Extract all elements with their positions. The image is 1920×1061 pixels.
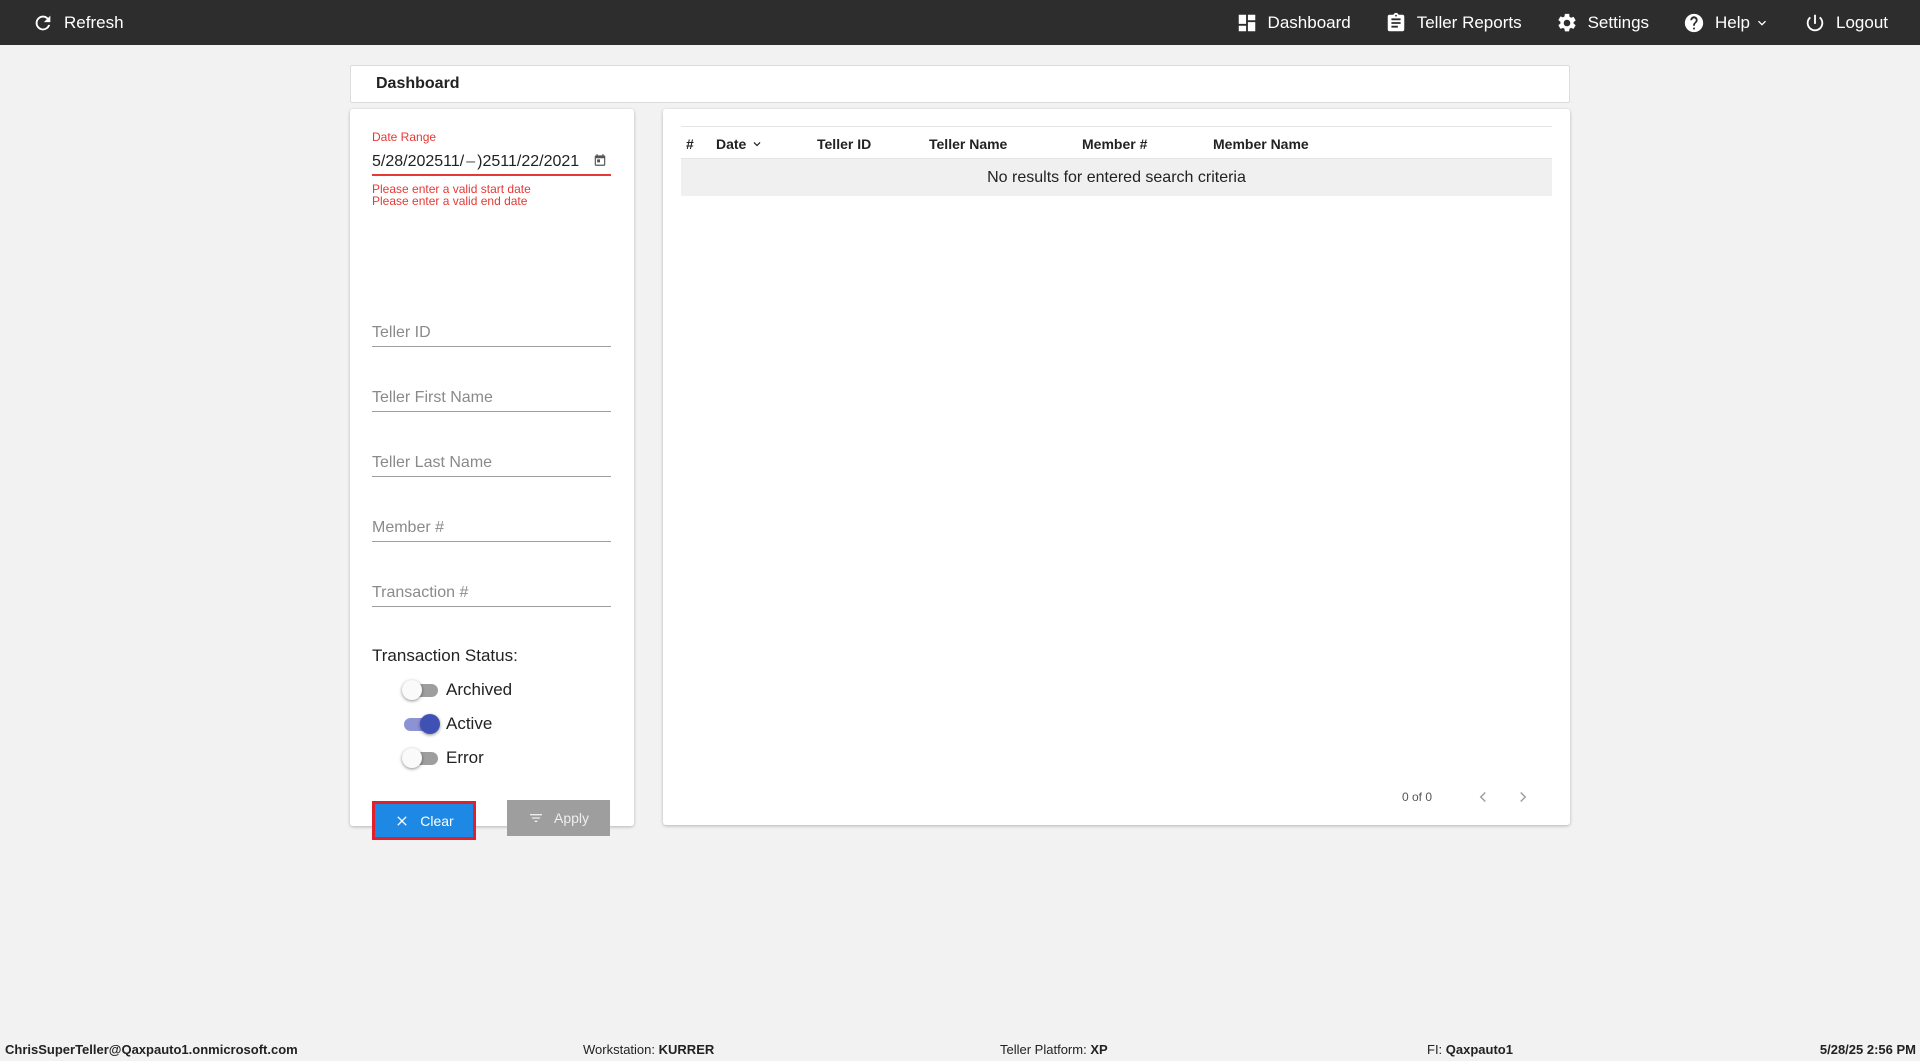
nav-settings[interactable]: Settings	[1556, 0, 1649, 45]
top-navigation-bar: Refresh Dashboard Teller Reports Setting…	[0, 0, 1920, 45]
chevron-down-icon	[1758, 20, 1766, 26]
column-member-name[interactable]: Member Name	[1213, 136, 1309, 152]
end-date-error: Please enter a valid end date	[372, 194, 528, 208]
column-member-name-label: Member Name	[1213, 136, 1309, 152]
toggle-row-active: Active	[402, 713, 492, 735]
gear-icon	[1558, 13, 1576, 31]
teller-last-name-field[interactable]: Teller Last Name	[372, 447, 611, 477]
workstation-value: KURRER	[658, 1042, 715, 1057]
table-header: # Date Teller ID Teller Name Member # Me…	[681, 126, 1552, 159]
filter-panel: Date Range 5/28/202511/ – )2511/22/2021 …	[350, 109, 634, 840]
calendar-icon[interactable]	[593, 153, 607, 167]
toggle-row-archived: Archived	[402, 679, 512, 701]
platform-value: XP	[1090, 1042, 1108, 1057]
clipboard-icon	[1387, 12, 1404, 31]
column-teller-name-label: Teller Name	[929, 136, 1008, 152]
previous-page-button[interactable]	[1471, 785, 1495, 809]
date-range-input[interactable]: 5/28/202511/ – )2511/22/2021	[372, 149, 611, 176]
transaction-status-label: Transaction Status:	[372, 646, 518, 665]
active-label: Active	[446, 714, 493, 733]
workstation-key: Workstation:	[583, 1042, 656, 1057]
column-date[interactable]: Date	[716, 136, 764, 152]
column-number-label: #	[686, 136, 694, 152]
page-title: Dashboard	[350, 65, 1570, 103]
fi-value: Qaxpauto1	[1445, 1042, 1513, 1057]
sort-chevron-down-icon	[753, 142, 761, 147]
error-label: Error	[446, 748, 484, 767]
error-toggle[interactable]	[402, 747, 438, 769]
date-start-input[interactable]: 5/28/202511/	[372, 153, 464, 171]
status-fi: FI: Qaxpauto1	[1427, 1042, 1513, 1057]
refresh-button[interactable]: Refresh	[32, 0, 124, 45]
refresh-icon	[35, 15, 51, 30]
teller-id-field[interactable]: Teller ID	[372, 317, 611, 347]
member-number-field[interactable]: Member #	[372, 512, 611, 542]
status-teller-platform: Teller Platform: XP	[1000, 1042, 1108, 1057]
column-teller-name[interactable]: Teller Name	[929, 136, 1007, 152]
date-range-label: Date Range	[372, 130, 437, 144]
apply-button[interactable]: Apply	[507, 800, 610, 836]
platform-key: Teller Platform:	[1000, 1042, 1087, 1057]
column-teller-id-label: Teller ID	[817, 136, 872, 152]
dashboard-icon	[1238, 14, 1255, 31]
status-datetime: 5/28/25 2:56 PM	[1819, 1042, 1916, 1057]
column-date-label: Date	[716, 136, 747, 152]
nav-settings-label: Settings	[1587, 12, 1650, 32]
nav-teller-reports[interactable]: Teller Reports	[1385, 0, 1522, 45]
nav-logout[interactable]: Logout	[1804, 0, 1888, 45]
status-bar: ChrisSuperTeller@Qaxpauto1.onmicrosoft.c…	[0, 1037, 1920, 1061]
filter-icon	[529, 814, 542, 822]
nav-dashboard-label: Dashboard	[1267, 12, 1351, 32]
next-page-button[interactable]	[1511, 785, 1535, 809]
column-member-number[interactable]: Member #	[1082, 136, 1147, 152]
clear-button[interactable]: Clear	[372, 801, 476, 840]
chevron-right-icon	[1520, 791, 1527, 803]
archived-label: Archived	[446, 680, 513, 699]
close-icon	[397, 815, 407, 826]
toggle-row-error: Error	[402, 747, 484, 769]
date-separator: –	[466, 152, 476, 170]
nav-help[interactable]: Help	[1683, 0, 1770, 45]
nav-teller-reports-label: Teller Reports	[1416, 12, 1522, 32]
apply-label: Apply	[553, 810, 590, 826]
column-member-number-label: Member #	[1082, 136, 1148, 152]
clear-label: Clear	[420, 812, 454, 829]
archived-toggle[interactable]	[402, 679, 438, 701]
power-icon	[1806, 14, 1824, 31]
nav-logout-label: Logout	[1836, 12, 1888, 32]
active-toggle[interactable]	[402, 713, 440, 735]
status-user: ChrisSuperTeller@Qaxpauto1.onmicrosoft.c…	[5, 1042, 298, 1057]
nav-help-label: Help	[1715, 12, 1750, 32]
empty-results-message: No results for entered search criteria	[681, 159, 1552, 196]
nav-dashboard[interactable]: Dashboard	[1236, 0, 1351, 45]
chevron-left-icon	[1479, 791, 1486, 803]
help-icon	[1684, 13, 1704, 32]
date-end-input[interactable]: )2511/22/2021	[477, 153, 579, 171]
status-workstation: Workstation: KURRER	[583, 1042, 714, 1057]
transaction-number-field[interactable]: Transaction #	[372, 577, 611, 607]
pager-range: 0 of 0	[1402, 790, 1433, 804]
results-panel: # Date Teller ID Teller Name Member # Me…	[663, 109, 1570, 825]
teller-first-name-field[interactable]: Teller First Name	[372, 382, 611, 412]
refresh-label: Refresh	[64, 12, 124, 32]
column-teller-id[interactable]: Teller ID	[817, 136, 871, 152]
column-number: #	[686, 136, 694, 152]
fi-key: FI:	[1427, 1042, 1443, 1057]
